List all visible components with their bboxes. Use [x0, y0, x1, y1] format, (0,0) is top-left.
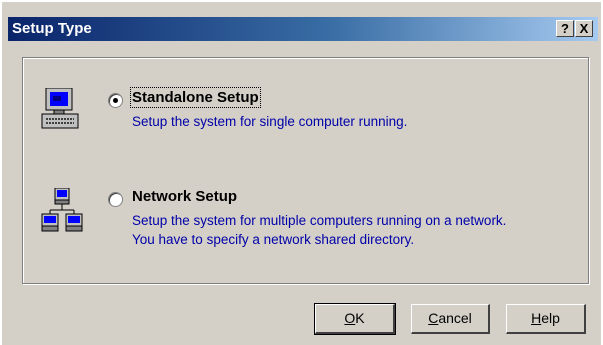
help-mnemonic: H	[531, 310, 542, 326]
setup-type-dialog: Setup Type ? X Standalone Setup Setup th…	[2, 2, 601, 345]
help-label-rest: elp	[541, 310, 560, 326]
close-title-button[interactable]: X	[575, 20, 593, 37]
network-description-line-1: Setup the system for multiple computers …	[132, 213, 507, 228]
network-setup-label[interactable]: Network Setup	[132, 188, 237, 205]
standalone-description: Setup the system for single computer run…	[132, 114, 408, 129]
network-description-line-2: You have to specify a network shared dir…	[132, 232, 415, 247]
network-radio[interactable]	[108, 192, 123, 207]
network-icon	[41, 188, 83, 232]
help-title-button[interactable]: ?	[556, 20, 574, 37]
title-bar[interactable]: Setup Type ? X	[8, 17, 598, 41]
ok-label-rest: K	[355, 310, 365, 326]
ok-mnemonic: O	[344, 310, 356, 326]
standalone-radio[interactable]	[108, 93, 123, 108]
setup-options-group	[22, 57, 589, 284]
cancel-mnemonic: C	[428, 310, 439, 326]
dialog-title: Setup Type	[12, 20, 92, 37]
cancel-button[interactable]: Cancel	[411, 304, 490, 334]
computer-icon	[41, 88, 79, 129]
standalone-setup-label[interactable]: Standalone Setup	[130, 87, 261, 108]
cancel-label-rest: ancel	[438, 310, 472, 326]
help-button[interactable]: Help	[506, 304, 586, 334]
ok-button[interactable]: OK	[314, 303, 396, 335]
radio-selected-dot	[113, 98, 118, 103]
